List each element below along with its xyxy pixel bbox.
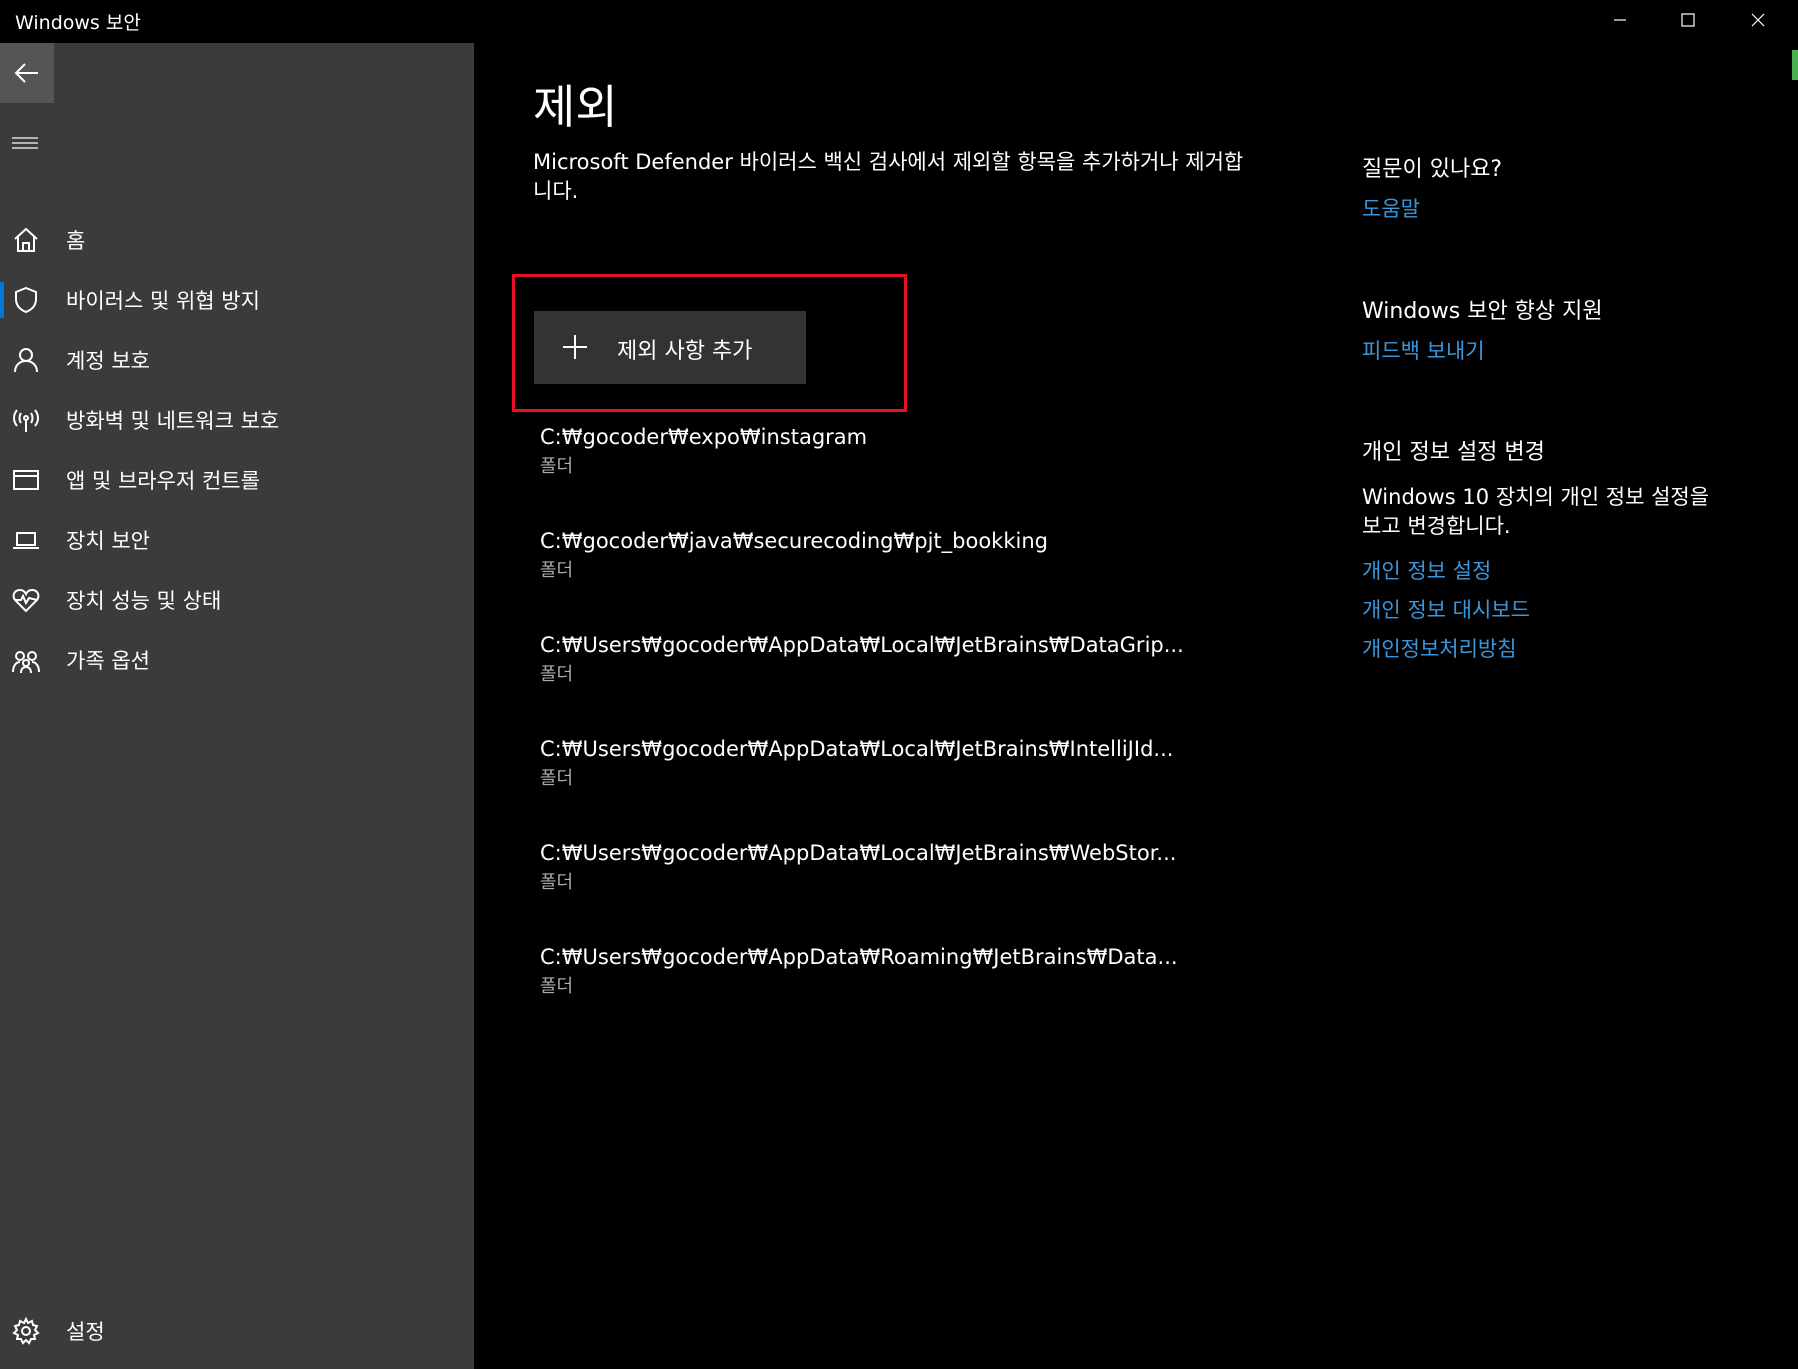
exclusion-path: C:₩Users₩gocoder₩AppData₩Local₩JetBrains… [540,841,1177,865]
person-icon [12,346,40,374]
minimize-button[interactable] [1586,0,1654,40]
sidebar-item-label: 장치 보안 [66,529,150,553]
window-title: Windows 보안 [15,12,141,34]
sidebar-item-label: 바이러스 및 위협 방지 [66,289,260,313]
exclusion-type: 폴더 [540,456,574,477]
family-icon [12,646,40,674]
sidebar-item-app-browser[interactable]: 앱 및 브라우저 컨트롤 [0,452,474,508]
improve-heading: Windows 보안 향상 지원 [1362,299,1603,324]
minimize-icon [1614,19,1626,21]
sidebar-item-label: 장치 성능 및 상태 [66,589,222,613]
menu-button[interactable] [12,133,40,153]
gear-icon [12,1316,40,1345]
sidebar-item-settings[interactable]: 설정 [0,1303,474,1359]
exclusion-type: 폴더 [540,768,574,789]
exclusion-path: C:₩Users₩gocoder₩AppData₩Local₩JetBrains… [540,737,1174,761]
sidebar-item-label: 계정 보호 [66,349,150,373]
sidebar-item-label: 가족 옵션 [66,649,150,673]
maximize-button[interactable] [1654,0,1722,40]
page-description: Microsoft Defender 바이러스 백신 검사에서 제외할 항목을 … [533,150,1244,203]
laptop-icon [12,526,40,554]
sidebar-item-firewall[interactable]: 방화벽 및 네트워크 보호 [0,392,474,448]
sidebar-item-label: 방화벽 및 네트워크 보호 [66,409,280,433]
exclusion-type: 폴더 [540,872,574,893]
sidebar-item-device-performance[interactable]: 장치 성능 및 상태 [0,572,474,628]
exclusion-type: 폴더 [540,976,574,997]
exclusion-list: C:₩gocoder₩expo₩instagram 폴더 C:₩gocoder₩… [540,425,1184,1049]
sidebar-item-account-protection[interactable]: 계정 보호 [0,332,474,388]
sidebar: 홈 바이러스 및 위협 방지 계정 보호 방화벽 및 네트워크 보호 앱 및 브… [0,43,474,1369]
sidebar-item-label: 앱 및 브라우저 컨트롤 [66,469,260,493]
exclusion-path: C:₩gocoder₩expo₩instagram [540,425,868,449]
plus-icon [561,333,589,361]
exclusion-item[interactable]: C:₩gocoder₩java₩securecoding₩pjt_bookkin… [540,529,1180,633]
privacy-text: Windows 10 장치의 개인 정보 설정을 보고 변경합니다. [1362,485,1710,538]
privacy-heading: 개인 정보 설정 변경 [1362,440,1545,465]
browser-window-icon [12,466,40,494]
exclusion-path: C:₩Users₩gocoder₩AppData₩Roaming₩JetBrai… [540,945,1178,969]
wireless-icon [12,406,40,434]
close-button[interactable] [1724,0,1792,40]
settings-label: 설정 [66,1320,105,1344]
exclusion-path: C:₩gocoder₩java₩securecoding₩pjt_bookkin… [540,529,1048,553]
page-title: 제외 [533,80,618,134]
exclusion-item[interactable]: C:₩Users₩gocoder₩AppData₩Local₩JetBrains… [540,841,1180,945]
privacy-dashboard-link[interactable]: 개인 정보 대시보드 [1362,594,1530,624]
sidebar-item-home[interactable]: 홈 [0,212,474,268]
title-bar: Windows 보안 [0,0,1798,43]
exclusion-path: C:₩Users₩gocoder₩AppData₩Local₩JetBrains… [540,633,1184,657]
maximize-icon [1681,13,1695,27]
question-heading: 질문이 있나요? [1362,157,1503,182]
privacy-statement-link[interactable]: 개인정보처리방침 [1362,633,1517,663]
exclusion-type: 폴더 [540,560,574,581]
exclusion-item[interactable]: C:₩Users₩gocoder₩AppData₩Roaming₩JetBrai… [540,945,1180,1049]
shield-icon [12,286,40,314]
add-exclusion-label: 제외 사항 추가 [617,339,753,364]
heart-pulse-icon [12,586,40,614]
sidebar-item-device-security[interactable]: 장치 보안 [0,512,474,568]
exclusion-type: 폴더 [540,664,574,685]
back-arrow-icon [14,63,38,83]
exclusion-item[interactable]: C:₩Users₩gocoder₩AppData₩Local₩JetBrains… [540,633,1184,737]
privacy-settings-link[interactable]: 개인 정보 설정 [1362,555,1491,585]
exclusion-item[interactable]: C:₩Users₩gocoder₩AppData₩Local₩JetBrains… [540,737,1180,841]
sidebar-item-virus-protection[interactable]: 바이러스 및 위협 방지 [0,272,474,328]
close-icon [1751,13,1765,27]
home-icon [12,226,40,254]
back-button[interactable] [0,43,54,103]
add-exclusion-button[interactable]: 제외 사항 추가 [534,311,806,384]
main-content: 제외 Microsoft Defender 바이러스 백신 검사에서 제외할 항… [474,43,1798,1369]
exclusion-item[interactable]: C:₩gocoder₩expo₩instagram 폴더 [540,425,1180,529]
hamburger-icon [12,137,38,149]
sidebar-item-family-options[interactable]: 가족 옵션 [0,632,474,688]
sidebar-item-label: 홈 [66,229,86,253]
help-link[interactable]: 도움말 [1362,193,1420,223]
feedback-link[interactable]: 피드백 보내기 [1362,335,1485,365]
